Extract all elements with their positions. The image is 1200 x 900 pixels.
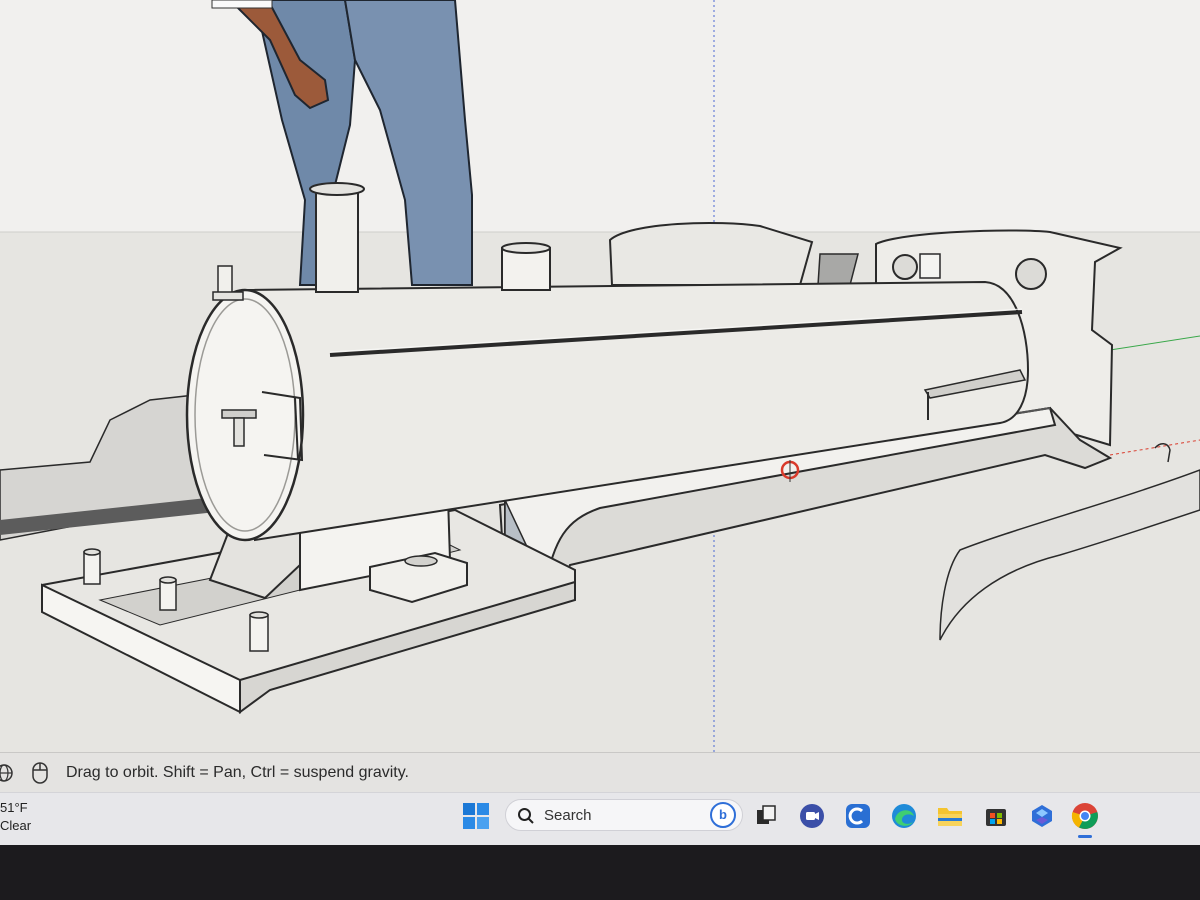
chimney	[309, 182, 365, 293]
cab-porthole-left	[892, 254, 918, 280]
status-bar: Drag to orbit. Shift = Pan, Ctrl = suspe…	[0, 752, 1200, 793]
weather-condition: Clear	[0, 818, 32, 833]
copilot-icon[interactable]	[1027, 801, 1057, 831]
taskbar-search-box[interactable]: Search b	[505, 799, 743, 831]
steam-dome	[501, 242, 551, 291]
mouse-icon[interactable]	[30, 762, 50, 784]
sand-dome-housing	[608, 221, 814, 286]
weather-widget[interactable]: 51°F Clear	[0, 799, 31, 835]
base-pin	[159, 576, 177, 611]
cab-whistle	[919, 253, 941, 279]
3d-viewport[interactable]	[0, 0, 1200, 752]
windows-start-icon[interactable]	[462, 802, 490, 830]
video-call-icon[interactable]	[797, 801, 827, 831]
search-icon	[517, 807, 535, 830]
figure-shirt-edge	[211, 0, 273, 9]
monitor-bezel	[0, 845, 1200, 900]
sketchup-window: Drag to orbit. Shift = Pan, Ctrl = suspe…	[0, 0, 1200, 845]
edge-browser-icon[interactable]	[889, 801, 919, 831]
base-pin	[83, 548, 101, 585]
task-view-icon[interactable]	[751, 801, 781, 831]
bing-chat-icon[interactable]: b	[710, 802, 736, 828]
valve-box-hole	[404, 555, 438, 567]
store-icon[interactable]	[981, 801, 1011, 831]
ccleaner-icon[interactable]	[843, 801, 873, 831]
base-pin	[249, 611, 269, 652]
chrome-icon[interactable]	[1070, 801, 1100, 831]
cab-porthole-right	[1015, 258, 1047, 290]
file-explorer-icon[interactable]	[935, 801, 965, 831]
windows-taskbar: 51°F Clear Search b	[0, 792, 1200, 845]
weather-temperature: 51°F	[0, 800, 28, 815]
active-app-indicator	[1078, 835, 1092, 838]
geo-location-icon[interactable]	[0, 763, 14, 783]
status-hint-text: Drag to orbit. Shift = Pan, Ctrl = suspe…	[66, 764, 409, 781]
search-label: Search	[544, 807, 592, 824]
